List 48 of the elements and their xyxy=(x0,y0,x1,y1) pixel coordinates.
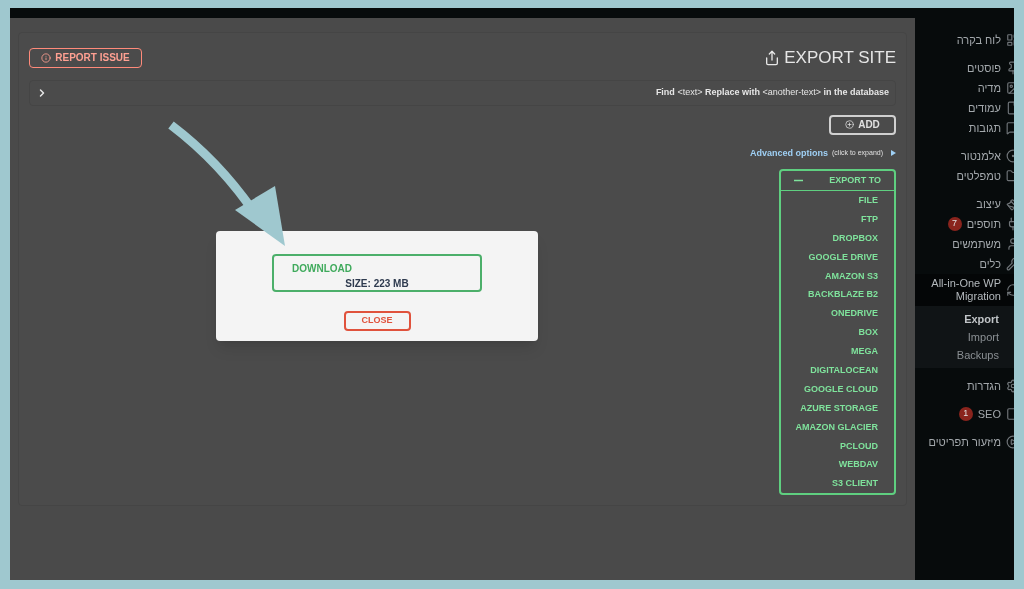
sidebar-item[interactable]: עיצוב xyxy=(915,194,1014,214)
export-option[interactable]: BOX xyxy=(781,323,894,343)
close-button[interactable]: CLOSE xyxy=(343,311,411,331)
export-option[interactable]: S3 CLIENT xyxy=(781,474,894,494)
export-option[interactable]: FTP xyxy=(781,209,894,229)
export-option[interactable]: ONEDRIVE xyxy=(781,304,894,324)
plus-icon xyxy=(845,120,855,129)
export-option[interactable]: AMAZON S3 xyxy=(781,266,894,286)
sidebar-item[interactable]: תגובות xyxy=(915,118,1014,138)
export-option[interactable]: GOOGLE DRIVE xyxy=(781,247,894,267)
export-option[interactable]: AMAZON GLACIER xyxy=(781,417,894,437)
sidebar-item[interactable]: מדיה xyxy=(915,78,1014,98)
alert-icon xyxy=(41,52,52,63)
report-issue-button[interactable]: REPORT ISSUE xyxy=(29,47,142,68)
submenu-item[interactable]: Export xyxy=(915,310,1014,328)
export-option[interactable]: PCLOUD xyxy=(781,436,894,456)
sidebar-item[interactable]: פוסטים xyxy=(915,58,1014,78)
advanced-options-link[interactable]: Advanced options xyxy=(750,146,829,160)
submenu-item[interactable]: Import xyxy=(915,328,1014,346)
sidebar-item[interactable]: עמודים xyxy=(915,98,1014,118)
sidebar-item[interactable]: הגדרות xyxy=(915,376,1014,396)
sidebar-item[interactable]: משתמשים xyxy=(915,234,1014,254)
export-option[interactable]: BACKBLAZE B2 xyxy=(781,285,894,305)
submenu-item[interactable]: Backups xyxy=(915,346,1014,364)
export-option[interactable]: DROPBOX xyxy=(781,228,894,248)
export-to-header[interactable]: EXPORT TO xyxy=(781,171,894,191)
export-icon xyxy=(764,49,781,66)
triangle-icon xyxy=(891,150,896,157)
export-option[interactable]: DIGITALOCEAN xyxy=(781,361,894,380)
sidebar-item[interactable]: לוח בקרה xyxy=(915,30,1014,50)
export-option[interactable]: MEGA xyxy=(781,342,894,361)
page-title: EXPORT SITE xyxy=(784,47,896,69)
sidebar-item[interactable]: 1 SEO xyxy=(915,404,1014,424)
count-badge: 7 xyxy=(947,217,962,231)
sidebar-item[interactable]: אלמנטור xyxy=(915,146,1014,166)
sidebar-item[interactable]: All-in-One WP Migration xyxy=(915,274,1014,306)
sidebar-item[interactable]: כלים xyxy=(915,254,1014,274)
find-replace-bar[interactable]: Find <text> Replace with <another-text> in the database xyxy=(29,79,896,106)
export-option[interactable]: FILE xyxy=(781,191,894,210)
find-replace-text: Find <text> Replace with <another-text> in the database xyxy=(655,85,889,99)
sidebar-item[interactable]: מיזעור תפריטים xyxy=(915,432,1014,452)
count-badge: 1 xyxy=(958,407,973,421)
export-option[interactable]: GOOGLE CLOUD xyxy=(781,379,894,399)
export-option[interactable]: AZURE STORAGE xyxy=(781,398,894,418)
download-button[interactable]: DOWNLOAD SIZE: 223 MB xyxy=(272,254,482,292)
export-option[interactable]: WEBDAV xyxy=(781,455,894,475)
sidebar-item[interactable]: טמפלטים xyxy=(915,166,1014,186)
add-button[interactable]: ADD xyxy=(829,114,896,135)
